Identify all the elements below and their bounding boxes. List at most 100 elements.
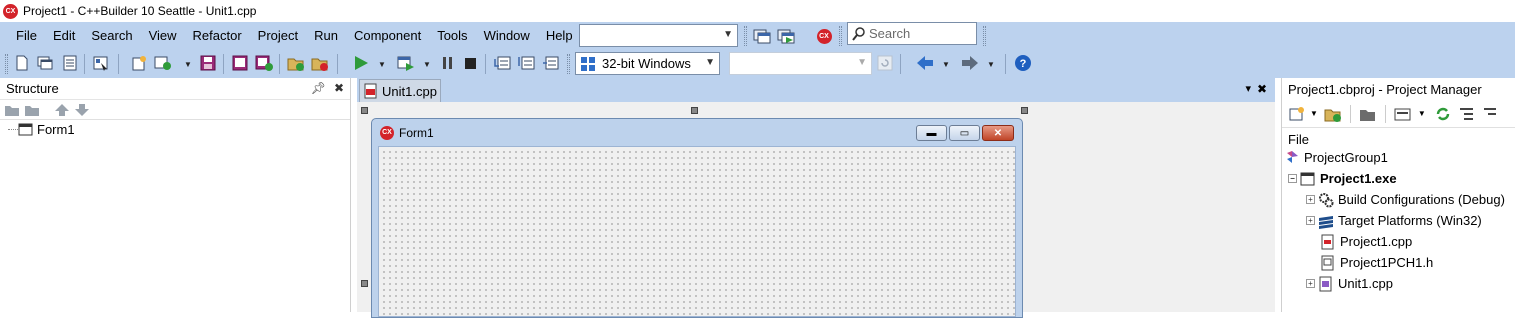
maximize-icon: ▭ <box>959 127 970 139</box>
project-options-icon[interactable] <box>92 54 110 72</box>
menu-edit[interactable]: Edit <box>45 22 83 50</box>
arrow-down-icon[interactable] <box>74 103 90 117</box>
form1-caption-bar: CX Form1 ▬ ▭ ✕ <box>372 119 1022 146</box>
close-icon[interactable]: ✖ <box>1257 82 1267 96</box>
expand-toggle-icon[interactable]: + <box>1306 216 1315 225</box>
expand-toggle-icon[interactable]: + <box>1306 195 1315 204</box>
menu-run[interactable]: Run <box>306 22 346 50</box>
form1-client-area[interactable] <box>378 146 1016 317</box>
menu-component[interactable]: Component <box>346 22 429 50</box>
open-file-icon[interactable] <box>36 54 54 72</box>
structure-tree-item[interactable]: Form1 <box>8 122 75 137</box>
sync-icon[interactable] <box>1434 106 1452 122</box>
trace-into-icon[interactable] <box>518 54 536 72</box>
tree-item-label: Project1PCH1.h <box>1340 255 1434 270</box>
tree-item-project1-exe[interactable]: − Project1.exe <box>1288 168 1397 189</box>
toolbar-separator <box>279 54 280 74</box>
expand-all-icon[interactable] <box>1458 106 1476 122</box>
target-platform-combo[interactable]: 32-bit Windows ▼ <box>575 52 720 75</box>
refresh-config-icon[interactable] <box>876 54 894 72</box>
chevron-down-icon[interactable]: ▼ <box>378 60 386 69</box>
chevron-down-icon[interactable]: ▼ <box>942 60 950 69</box>
add-new-project-icon[interactable] <box>1324 106 1342 122</box>
form1-caption: Form1 <box>399 125 434 140</box>
embarcadero-logo-icon[interactable]: CX <box>815 27 833 45</box>
folder-icon[interactable] <box>1359 106 1377 122</box>
stop-icon[interactable] <box>461 54 479 72</box>
save-desktop-icon[interactable] <box>753 27 771 45</box>
menu-view[interactable]: View <box>141 22 185 50</box>
pause-icon[interactable] <box>439 54 457 72</box>
set-debug-desktop-icon[interactable] <box>777 27 795 45</box>
chevron-down-icon[interactable]: ▼ <box>184 60 192 69</box>
chevron-down-icon[interactable]: ▾ <box>1245 82 1251 95</box>
tree-item-target-platforms[interactable]: + Target Platforms (Win32) <box>1306 210 1482 231</box>
menu-refactor[interactable]: Refactor <box>185 22 250 50</box>
open-project-icon[interactable] <box>154 54 172 72</box>
run-without-debugging-icon[interactable] <box>397 54 415 72</box>
chevron-down-icon[interactable]: ▼ <box>1418 109 1426 118</box>
form1-window[interactable]: CX Form1 ▬ ▭ ✕ <box>371 118 1023 318</box>
toolbar-separator <box>223 54 224 74</box>
selection-handle[interactable] <box>1021 107 1028 114</box>
run-to-cursor-icon[interactable] <box>542 54 560 72</box>
menu-window[interactable]: Window <box>476 22 538 50</box>
search-placeholder: Search <box>869 26 911 41</box>
remove-from-project-icon[interactable] <box>255 54 273 72</box>
ide-search-box[interactable]: Search <box>847 22 977 45</box>
gears-icon <box>1319 192 1334 207</box>
activate-project-icon[interactable] <box>1288 106 1306 122</box>
run-icon[interactable] <box>352 54 370 72</box>
collapse-folder-icon[interactable] <box>24 103 40 117</box>
close-icon[interactable]: ✖ <box>334 81 344 95</box>
title-bar: CX Project1 - C++Builder 10 Seattle - Un… <box>0 0 1515 22</box>
arrow-up-icon[interactable] <box>54 103 70 117</box>
back-arrow-icon[interactable] <box>916 54 934 72</box>
new-unit-icon[interactable] <box>130 54 148 72</box>
add-to-project-icon[interactable] <box>231 54 249 72</box>
add-folder-icon[interactable] <box>287 54 305 72</box>
structure-toolbar <box>0 100 350 120</box>
close-button[interactable]: ✕ <box>982 125 1014 141</box>
new-items-icon[interactable] <box>13 54 31 72</box>
maximize-button[interactable]: ▭ <box>949 125 980 141</box>
menu-file[interactable]: File <box>0 22 45 50</box>
tree-item-label: Unit1.cpp <box>1338 276 1393 291</box>
tree-item-projectgroup[interactable]: ProjectGroup1 <box>1284 147 1388 168</box>
selection-handle[interactable] <box>361 107 368 114</box>
tree-item-build-configurations[interactable]: + Build Configurations (Debug) <box>1306 189 1505 210</box>
expand-toggle-icon[interactable]: + <box>1306 279 1315 288</box>
menu-search[interactable]: Search <box>83 22 140 50</box>
pin-icon[interactable]: 📌︎ <box>311 81 326 95</box>
chevron-down-icon[interactable]: ▼ <box>423 60 431 69</box>
collapse-toggle-icon[interactable]: − <box>1288 174 1297 183</box>
tree-item-project1-cpp[interactable]: Project1.cpp <box>1320 231 1412 252</box>
build-config-combo[interactable]: ▼ <box>729 52 872 75</box>
tree-item-unit1-cpp[interactable]: + Unit1.cpp <box>1306 273 1393 294</box>
selection-handle[interactable] <box>361 280 368 287</box>
chevron-down-icon[interactable]: ▼ <box>1310 109 1318 118</box>
save-all-icon[interactable] <box>199 54 217 72</box>
expand-folder-icon[interactable] <box>4 103 20 117</box>
project-manager-panel: Project1.cbproj - Project Manager ▼ ▼ Fi… <box>1281 78 1515 312</box>
remove-folder-icon[interactable] <box>311 54 329 72</box>
menu-help[interactable]: Help <box>538 22 581 50</box>
forward-arrow-icon[interactable] <box>961 54 979 72</box>
tab-unit1-cpp[interactable]: Unit1.cpp <box>359 79 441 102</box>
minimize-icon: ▬ <box>926 127 937 139</box>
minimize-button[interactable]: ▬ <box>916 125 947 141</box>
step-over-icon[interactable] <box>494 54 512 72</box>
help-icon[interactable]: ? <box>1014 54 1032 72</box>
save-file-icon[interactable] <box>61 54 79 72</box>
collapse-all-icon[interactable] <box>1482 106 1496 122</box>
menu-tools[interactable]: Tools <box>429 22 475 50</box>
tree-item-project1pch1-h[interactable]: Project1PCH1.h <box>1320 252 1433 273</box>
desktop-layout-combo[interactable]: ▼ <box>579 24 738 47</box>
toolbar-separator <box>485 54 486 74</box>
tab-label: Unit1.cpp <box>382 83 437 99</box>
selection-handle[interactable] <box>691 107 698 114</box>
view-icon[interactable] <box>1394 106 1412 122</box>
menu-project[interactable]: Project <box>250 22 306 50</box>
chevron-down-icon[interactable]: ▼ <box>987 60 995 69</box>
header-file-icon <box>1321 255 1334 270</box>
